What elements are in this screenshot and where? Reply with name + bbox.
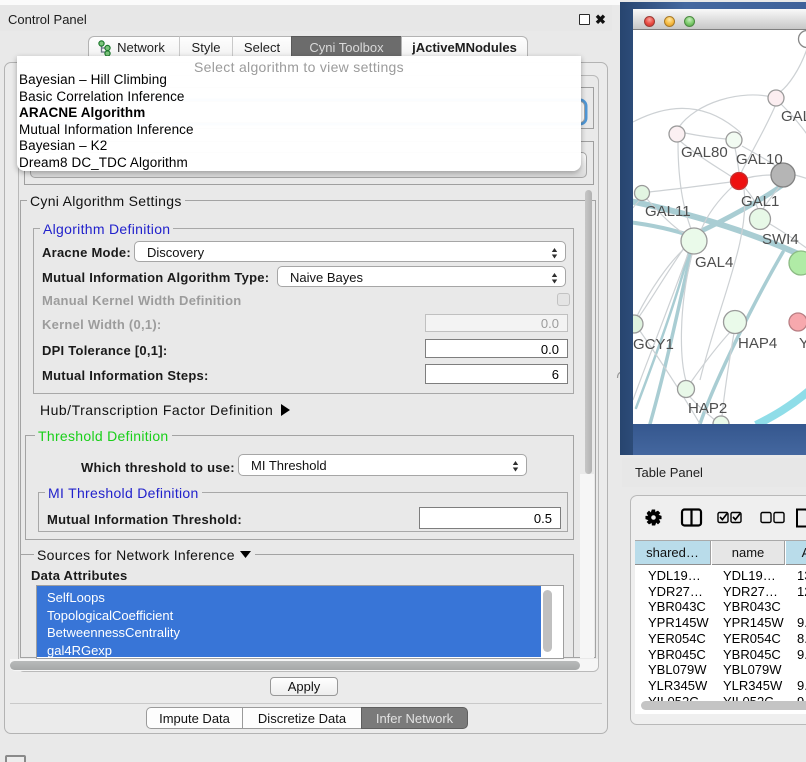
svg-text:GAL11: GAL11 — [645, 203, 691, 220]
svg-text:HAP2: HAP2 — [688, 400, 727, 417]
svg-text:SWI4: SWI4 — [762, 231, 799, 248]
svg-text:GAL4: GAL4 — [695, 254, 733, 271]
svg-text:GAL10: GAL10 — [736, 151, 783, 168]
svg-text:GCY1: GCY1 — [633, 336, 674, 353]
svg-text:GAL80: GAL80 — [681, 144, 728, 161]
svg-text:HAP4: HAP4 — [738, 335, 777, 352]
svg-text:GAL7: GAL7 — [781, 108, 806, 125]
svg-text:Y: Y — [799, 335, 806, 352]
svg-text:GAL1: GAL1 — [741, 193, 779, 210]
